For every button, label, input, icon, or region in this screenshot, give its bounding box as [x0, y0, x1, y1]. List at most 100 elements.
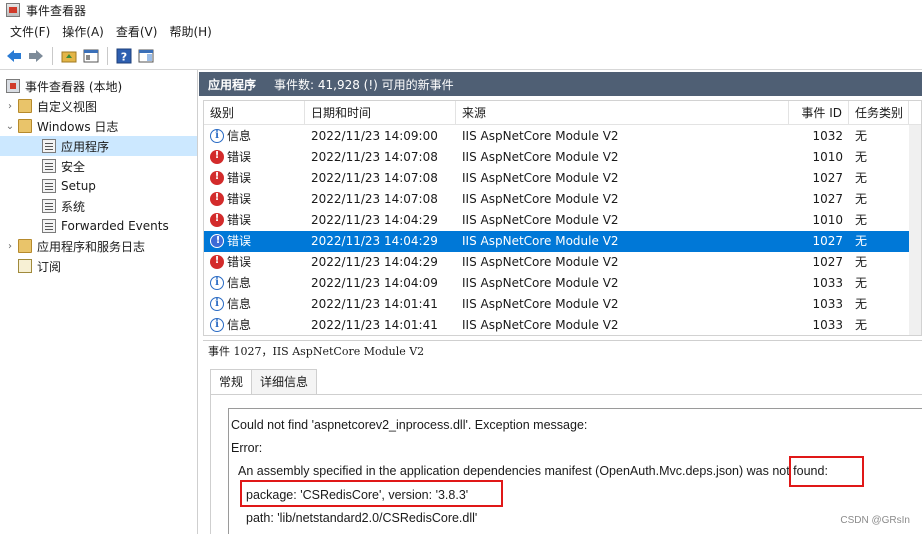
error-icon: ! — [210, 192, 224, 206]
subscription-icon — [18, 259, 32, 273]
tree-item-app-service-logs[interactable]: › 应用程序和服务日志 — [0, 236, 197, 256]
action-pane-icon[interactable] — [136, 46, 156, 66]
table-row[interactable]: ! 错误 2022/11/23 14:04:29 IIS AspNetCore Mod… — [204, 210, 909, 231]
tree-item-forwarded-events[interactable]: Forwarded Events — [0, 216, 197, 236]
tree-item-setup[interactable]: Setup — [0, 176, 197, 196]
tree-item-label: Setup — [61, 179, 96, 193]
cell-category: 无 — [855, 192, 868, 206]
title-bar: 事件查看器 — [0, 0, 922, 20]
menu-file[interactable]: 文件(F) — [4, 23, 56, 40]
chevron-right-icon[interactable]: › — [4, 101, 16, 112]
chevron-right-icon[interactable]: › — [4, 241, 16, 252]
tree-item-windows-logs[interactable]: ⌄ Windows 日志 — [0, 116, 197, 136]
tree-item-subscriptions[interactable]: 订阅 — [0, 256, 197, 276]
cell-id: 1033 — [812, 297, 843, 311]
window-title: 事件查看器 — [26, 3, 87, 18]
table-row[interactable]: ! 错误 2022/11/23 14:07:08 IIS AspNetCore Mod… — [204, 189, 909, 210]
grid-header: 级别 日期和时间 来源 事件 ID 任务类别 — [204, 101, 921, 125]
info-icon: i — [210, 129, 224, 143]
toolbar-divider — [52, 46, 53, 65]
cell-level: 信息 — [227, 129, 252, 143]
menu-help[interactable]: 帮助(H) — [163, 23, 217, 40]
navigation-tree: 事件查看器 (本地) › 自定义视图 ⌄ Windows 日志 应用程序 安全 … — [0, 70, 198, 534]
tree-item-security[interactable]: 安全 — [0, 156, 197, 176]
log-icon — [42, 199, 56, 213]
tree-item-label: 应用程序和服务日志 — [37, 239, 146, 254]
grid-scrollbar[interactable] — [909, 125, 921, 335]
cell-datetime: 2022/11/23 14:04:09 — [311, 276, 438, 290]
cell-source: IIS AspNetCore Module V2 — [462, 318, 619, 332]
table-row[interactable]: ! 错误 2022/11/23 14:07:08 IIS AspNetCore Mod… — [204, 147, 909, 168]
table-row[interactable]: ! 错误 2022/11/23 14:07:08 IIS AspNetCore Mod… — [204, 168, 909, 189]
tree-item-label: 自定义视图 — [37, 99, 98, 114]
cell-datetime: 2022/11/23 14:07:08 — [311, 192, 438, 206]
tree-item-system[interactable]: 系统 — [0, 196, 197, 216]
event-count: 事件数: 41,928 (!) 可用的新事件 — [274, 77, 454, 92]
log-icon — [42, 179, 56, 193]
tree-item-label: 应用程序 — [61, 139, 110, 154]
cell-source: IIS AspNetCore Module V2 — [462, 276, 619, 290]
cell-source: IIS AspNetCore Module V2 — [462, 171, 619, 185]
message-line: path: 'lib/netstandard2.0/CSRedisCore.dl… — [246, 511, 478, 525]
log-icon — [42, 219, 56, 233]
log-header: 应用程序 事件数: 41,928 (!) 可用的新事件 — [199, 72, 922, 96]
cell-category: 无 — [855, 234, 868, 248]
table-row[interactable]: i 信息 2022/11/23 14:04:09 IIS AspNetCore Mod… — [204, 273, 909, 294]
tree-item-label: Windows 日志 — [37, 119, 119, 134]
cell-datetime: 2022/11/23 14:04:29 — [311, 234, 438, 248]
error-icon: ! — [210, 213, 224, 227]
menu-action[interactable]: 操作(A) — [56, 23, 110, 40]
cell-level: 错误 — [227, 192, 252, 206]
forward-icon[interactable] — [26, 46, 46, 66]
table-row[interactable]: i 信息 2022/11/23 14:01:41 IIS AspNetCore Mod… — [204, 315, 909, 336]
tree-item-application[interactable]: 应用程序 — [0, 136, 197, 156]
tab-general[interactable]: 常规 — [210, 369, 253, 395]
menu-view[interactable]: 查看(V) — [110, 23, 164, 40]
error-icon: ! — [210, 171, 224, 185]
tree-root[interactable]: 事件查看器 (本地) — [0, 76, 197, 96]
column-source[interactable]: 来源 — [456, 101, 789, 125]
table-row[interactable]: i 信息 2022/11/23 14:01:41 IIS AspNetCore Mod… — [204, 294, 909, 315]
cell-source: IIS AspNetCore Module V2 — [462, 255, 619, 269]
error-icon: ! — [210, 255, 224, 269]
column-datetime[interactable]: 日期和时间 — [305, 101, 456, 125]
event-viewer-icon — [6, 3, 20, 17]
folder-up-icon[interactable] — [59, 46, 79, 66]
cell-level: 信息 — [227, 276, 252, 290]
cell-category: 无 — [855, 171, 868, 185]
tab-details[interactable]: 详细信息 — [251, 369, 318, 394]
menu-bar: 文件(F) 操作(A) 查看(V) 帮助(H) — [0, 20, 922, 42]
cell-datetime: 2022/11/23 14:04:29 — [311, 255, 438, 269]
event-message[interactable]: Could not find 'aspnetcorev2_inprocess.d… — [228, 408, 922, 534]
cell-source: IIS AspNetCore Module V2 — [462, 297, 619, 311]
back-icon[interactable] — [4, 46, 24, 66]
properties-icon[interactable] — [81, 46, 101, 66]
tree-item-custom-views[interactable]: › 自定义视图 — [0, 96, 197, 116]
column-event-id[interactable]: 事件 ID — [789, 101, 849, 125]
tree-item-label: 安全 — [61, 159, 86, 174]
cell-level: 错误 — [227, 213, 252, 227]
table-row[interactable]: ! 错误 2022/11/23 14:04:29 IIS AspNetCore Mod… — [204, 231, 909, 252]
cell-level: 信息 — [227, 318, 252, 332]
cell-id: 1032 — [812, 129, 843, 143]
toolbar: ? — [0, 42, 922, 70]
info-icon: i — [210, 276, 224, 290]
watermark: CSDN @GRsIn — [840, 515, 910, 526]
cell-source: IIS AspNetCore Module V2 — [462, 213, 619, 227]
log-icon — [42, 159, 56, 173]
cell-category: 无 — [855, 129, 868, 143]
log-title: 应用程序 — [208, 77, 257, 92]
info-icon: i — [210, 297, 224, 311]
tree-item-label: 系统 — [61, 199, 86, 214]
column-task-category[interactable]: 任务类别 — [849, 101, 909, 125]
help-icon[interactable]: ? — [114, 46, 134, 66]
table-row[interactable]: ! 错误 2022/11/23 14:04:29 IIS AspNetCore Mod… — [204, 252, 909, 273]
cell-category: 无 — [855, 276, 868, 290]
table-row[interactable]: i 信息 2022/11/23 14:09:00 IIS AspNetCore Mod… — [204, 126, 909, 147]
cell-id: 1010 — [812, 213, 843, 227]
cell-category: 无 — [855, 297, 868, 311]
cell-source: IIS AspNetCore Module V2 — [462, 150, 619, 164]
chevron-down-icon[interactable]: ⌄ — [4, 121, 16, 132]
column-level[interactable]: 级别 — [204, 101, 305, 125]
info-icon: i — [210, 318, 224, 332]
